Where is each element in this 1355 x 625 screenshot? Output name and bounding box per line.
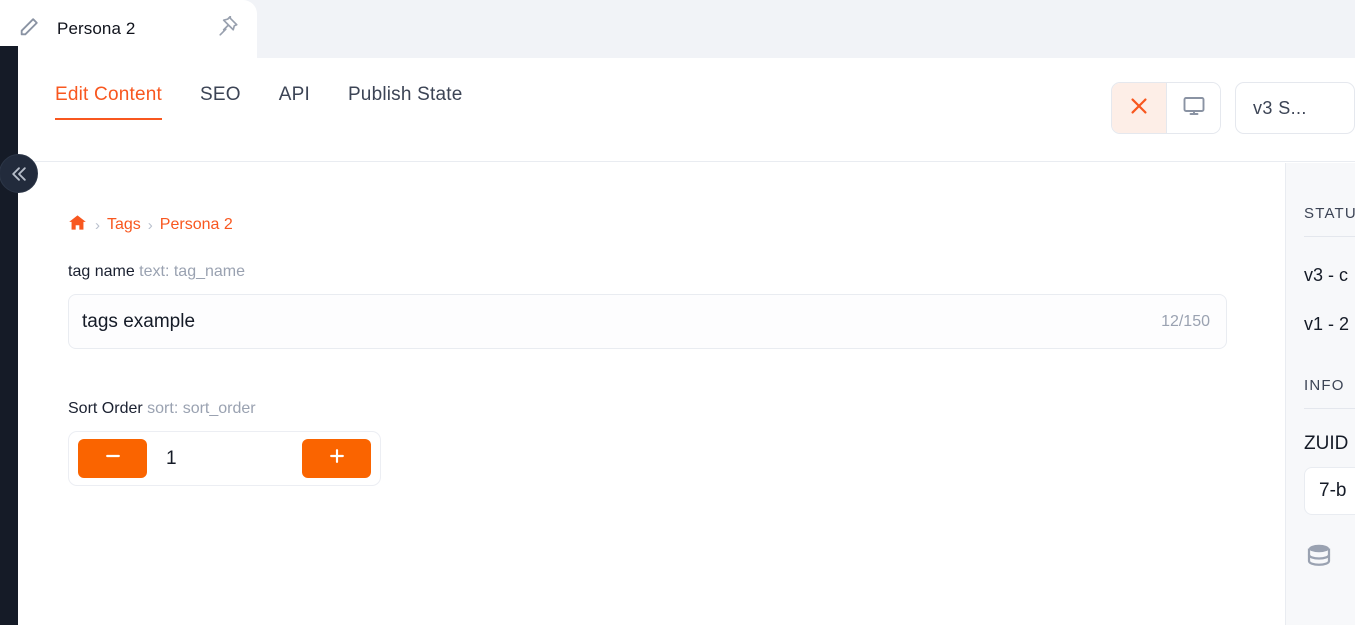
section-tabs: Edit Content SEO API Publish State [55, 84, 501, 120]
breadcrumb-item-persona-2[interactable]: Persona 2 [160, 216, 233, 234]
field-sort-order-meta: sort: sort_order [147, 400, 256, 417]
meta-status-divider [1304, 236, 1355, 237]
document-tab-bar: Persona 2 [0, 0, 1355, 58]
content-toolbar: Edit Content SEO API Publish State v3 S.… [18, 58, 1355, 162]
tab-seo[interactable]: SEO [200, 84, 241, 120]
field-sort-order: Sort Order sort: sort_order 1 [68, 400, 381, 486]
double-chevron-left-icon [9, 164, 29, 184]
meta-sidebar-inner: STATUS v3 - c v1 - 2 INFO ZUID 7-b [1286, 163, 1355, 576]
left-nav-rail [0, 46, 38, 625]
sort-order-decrement-button[interactable] [78, 439, 147, 478]
close-icon [1128, 95, 1150, 122]
sort-order-increment-button[interactable] [302, 439, 371, 478]
sidebar-collapse-button[interactable] [0, 154, 38, 193]
tag-name-input[interactable] [69, 295, 1226, 348]
main-content: › Tags › Persona 2 tag name text: tag_na… [18, 163, 1285, 625]
meta-status-row-v1[interactable]: v1 - 2 [1304, 314, 1355, 335]
meta-info-divider [1304, 408, 1355, 409]
pencil-icon [18, 16, 40, 43]
tab-api[interactable]: API [279, 84, 310, 120]
tab-edit-content[interactable]: Edit Content [55, 84, 162, 120]
meta-zuid-label: ZUID [1304, 433, 1349, 454]
breadcrumb: › Tags › Persona 2 [68, 213, 233, 237]
plus-icon [327, 446, 347, 471]
toolbar-actions: v3 S... [1111, 82, 1355, 134]
field-tag-name-meta: text: tag_name [139, 263, 246, 280]
breadcrumb-separator: › [95, 216, 100, 234]
sort-order-value: 1 [166, 447, 177, 469]
tag-name-input-wrapper: 12/150 [68, 294, 1227, 349]
meta-zuid-value[interactable]: 7-b [1304, 467, 1355, 515]
database-icon [1304, 541, 1355, 576]
sort-order-stepper: 1 [68, 431, 381, 486]
monitor-icon [1182, 94, 1206, 123]
field-sort-order-title: Sort Order [68, 400, 143, 417]
meta-status-header: STATUS [1304, 205, 1355, 222]
close-preview-button[interactable] [1112, 83, 1166, 133]
breadcrumb-separator-2: › [147, 216, 153, 234]
document-tab-persona-2[interactable]: Persona 2 [0, 0, 257, 58]
meta-sidebar: STATUS v3 - c v1 - 2 INFO ZUID 7-b [1285, 163, 1355, 625]
app-root: Persona 2 Edit Content SEO API Publish S… [0, 0, 1355, 625]
desktop-preview-button[interactable] [1166, 83, 1220, 133]
document-tab-title: Persona 2 [57, 19, 136, 38]
pin-icon[interactable] [217, 15, 239, 43]
meta-info-header: INFO [1304, 377, 1345, 394]
field-tag-name-title: tag name [68, 263, 135, 280]
field-tag-name: tag name text: tag_name 12/150 [68, 263, 1227, 349]
meta-status-row-v3[interactable]: v3 - c [1304, 265, 1355, 286]
minus-icon [103, 446, 123, 471]
breadcrumb-item-tags[interactable]: Tags [107, 216, 141, 234]
field-sort-order-label: Sort Order sort: sort_order [68, 400, 381, 418]
preview-button-group [1111, 82, 1221, 134]
home-icon[interactable] [68, 213, 87, 237]
tab-publish-state[interactable]: Publish State [348, 84, 463, 120]
version-selector-button[interactable]: v3 S... [1235, 82, 1355, 134]
field-tag-name-label: tag name text: tag_name [68, 263, 1227, 281]
